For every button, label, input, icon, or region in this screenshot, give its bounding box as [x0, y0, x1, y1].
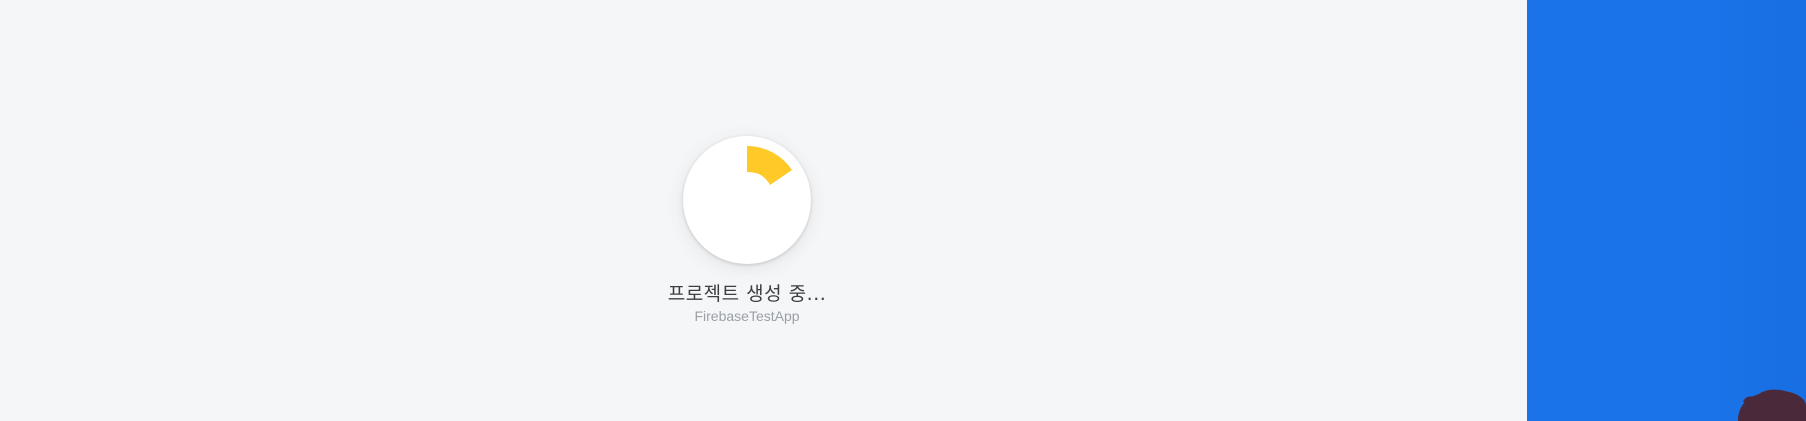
- progress-spinner-icon: [683, 136, 811, 264]
- spinner-graphic: [747, 145, 792, 185]
- side-illustration-panel: [1527, 0, 1806, 421]
- creating-project-title: 프로젝트 생성 중...: [667, 283, 827, 305]
- project-name-label: FirebaseTestApp: [694, 308, 800, 324]
- decorative-illustration-icon: [1738, 389, 1806, 421]
- create-project-page: 프로젝트 생성 중... FirebaseTestApp: [0, 0, 1806, 421]
- loading-area: 프로젝트 생성 중... FirebaseTestApp: [0, 0, 1527, 421]
- spinner-arc: [747, 145, 792, 185]
